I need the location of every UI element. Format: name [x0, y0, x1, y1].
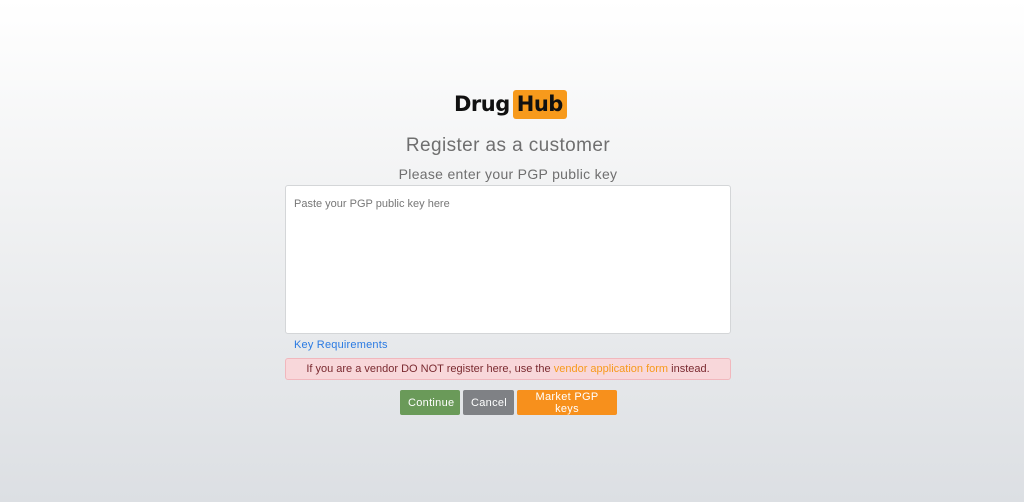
logo-text: Drug [454, 92, 510, 116]
action-buttons: Continue Cancel Market PGP keys [400, 390, 617, 415]
market-pgp-keys-button[interactable]: Market PGP keys [517, 390, 617, 415]
page-subtitle: Please enter your PGP public key [398, 166, 618, 182]
page-title: Register as a customer [405, 135, 611, 156]
pgp-key-textarea[interactable] [285, 185, 731, 334]
vendor-warning-alert: If you are a vendor DO NOT register here… [285, 358, 731, 380]
continue-button[interactable]: Continue [400, 390, 460, 415]
logo-highlight: Hub [512, 89, 567, 119]
alert-text-after: instead. [668, 363, 710, 375]
site-logo[interactable]: Drug Hub [454, 89, 567, 119]
cancel-button[interactable]: Cancel [463, 390, 514, 415]
key-requirements-link[interactable]: Key Requirements [294, 339, 388, 351]
alert-text-before: If you are a vendor DO NOT register here… [306, 363, 554, 375]
vendor-application-link[interactable]: vendor application form [554, 363, 668, 375]
